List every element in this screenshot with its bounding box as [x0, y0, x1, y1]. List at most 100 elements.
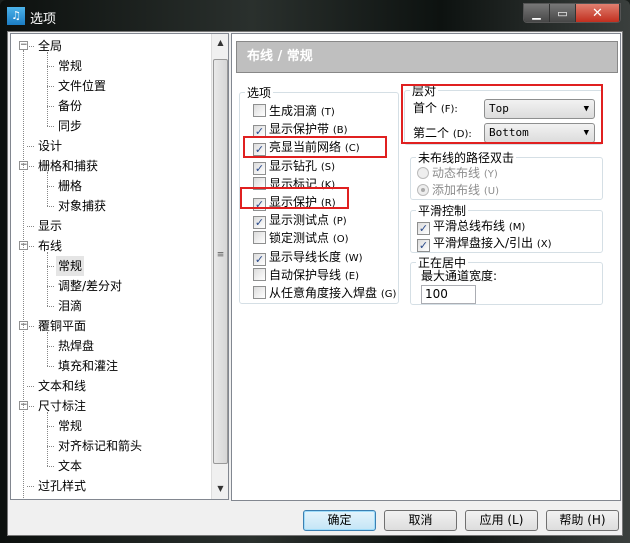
radio-dynamic-route[interactable]: 动态布线 (Y)	[417, 164, 498, 182]
checkbox-unchecked-icon	[253, 104, 266, 117]
tree-item[interactable]: 同步	[56, 116, 84, 136]
checkbox-hotkey: (S)	[320, 161, 335, 173]
apply-button[interactable]: 应用 (L)	[465, 510, 538, 531]
tree-item-label: 栅格	[58, 179, 83, 193]
tree-item[interactable]: 热焊盘	[56, 336, 96, 356]
scroll-down-icon[interactable]: ▼	[212, 484, 228, 493]
checkbox-option[interactable]: 生成泪滴 (T)	[253, 102, 335, 120]
checkbox-checked-icon: ✓	[253, 252, 266, 266]
tree-item[interactable]: 对齐标记和箭头	[56, 436, 144, 456]
tree-connector	[27, 166, 34, 167]
app-logo-icon: ♫	[7, 7, 25, 25]
tree-connector	[47, 306, 54, 307]
checkbox-smooth-pad[interactable]: ✓ 平滑焊盘接入/引出 (X)	[417, 234, 552, 252]
scroll-up-icon[interactable]: ▲	[212, 38, 228, 47]
highlight-box-current-net	[243, 136, 387, 158]
checkbox-option[interactable]: 自动保护导线 (E)	[253, 266, 359, 284]
close-icon[interactable]: ✕	[576, 4, 620, 22]
tree-item[interactable]: 泪滴	[56, 296, 84, 316]
minimize-icon[interactable]: ▁	[524, 4, 550, 22]
tree-item[interactable]: 常规	[56, 256, 85, 276]
tree-item-label: 泪滴	[58, 299, 83, 313]
checkbox-hotkey: (M)	[508, 222, 526, 233]
tree-item[interactable]: 文本和线	[36, 376, 88, 396]
tree-connector	[47, 466, 54, 467]
tree-connector	[27, 226, 34, 227]
tree-item-label: 覆铜平面	[38, 319, 87, 333]
tree-connector	[47, 426, 54, 427]
tree-item[interactable]: 文件位置	[56, 76, 108, 96]
tree-item[interactable]: 备份	[56, 96, 84, 116]
tree-item-label: 栅格和捕获	[38, 159, 99, 173]
checkbox-hotkey: (O)	[332, 234, 349, 246]
collapse-icon[interactable]: −	[19, 41, 28, 50]
tree-item-label: 文本和线	[38, 379, 87, 393]
tree-item[interactable]: 栅格和捕获	[36, 156, 100, 176]
cancel-button[interactable]: 取消	[384, 510, 457, 531]
tree-item[interactable]: 常规	[56, 56, 84, 76]
tree-item[interactable]: 调整/差分对	[56, 276, 124, 296]
checkbox-option[interactable]: 从任意角度接入焊盘 (G)	[253, 284, 396, 302]
tree-connector	[47, 346, 54, 347]
checkbox-label: 自动保护导线	[269, 267, 342, 282]
tree-item-label: 文件位置	[58, 79, 107, 93]
tree-connector	[47, 286, 54, 287]
tree-scrollbar[interactable]: ▲ ≡ ▼	[211, 34, 228, 499]
tree-item[interactable]: 尺寸标注	[36, 396, 88, 416]
tree-connector	[47, 52, 48, 126]
maximize-icon[interactable]: ▭	[550, 4, 576, 22]
tree-connector	[47, 172, 48, 206]
help-button[interactable]: 帮助 (H)	[546, 510, 619, 531]
tree-item[interactable]: 设计	[36, 136, 64, 156]
tree-item[interactable]: 覆铜平面	[36, 316, 88, 336]
checkbox-option[interactable]: ✓ 显示测试点 (P)	[253, 211, 347, 230]
radio-add-route[interactable]: 添加布线 (U)	[417, 181, 499, 199]
tree-item[interactable]: 文本	[56, 456, 84, 476]
options-group-title: 选项	[245, 84, 274, 101]
tree-item-label: 对齐标记和箭头	[58, 439, 143, 453]
category-tree: ▲ ≡ ▼ 全局 − 常规 文件位置 备份 同步 设计 栅格和捕获 − 栅格 对象捕获 显示 布线 − 常规…	[10, 33, 229, 500]
checkbox-label: 生成泪滴	[269, 104, 318, 118]
tree-item-label: 文本	[58, 459, 83, 473]
tree-item[interactable]: 全局	[36, 36, 64, 56]
checkbox-option[interactable]: 锁定测试点 (O)	[253, 229, 349, 247]
checkbox-smooth-bus[interactable]: ✓ 平滑总线布线 (M)	[417, 217, 525, 235]
tree-item-label: 布线	[38, 239, 63, 253]
highlight-box-layer-pair	[401, 84, 603, 144]
tree-item-label: 常规	[58, 419, 83, 433]
tree-item[interactable]: 填充和灌注	[56, 356, 120, 376]
tree-item[interactable]: 过孔样式	[36, 476, 88, 496]
window-controls: ▁ ▭ ✕	[523, 3, 621, 23]
tree-connector	[47, 66, 54, 67]
tree-item[interactable]: 布线	[36, 236, 64, 256]
tree-connector	[47, 412, 48, 466]
checkbox-hotkey: (T)	[320, 107, 335, 118]
tree-connector	[47, 86, 54, 87]
tree-item[interactable]: 对象捕获	[56, 196, 108, 216]
unrouted-group: 未布线的路径双击 动态布线 (Y) 添加布线 (U)	[410, 149, 603, 200]
highlight-box-show-protect	[240, 187, 349, 209]
tree-item-label: 调整/差分对	[58, 279, 123, 293]
checkbox-label: 从任意角度接入焊盘	[269, 286, 378, 300]
checkbox-unchecked-icon	[253, 286, 266, 299]
checkbox-hotkey: (E)	[344, 270, 359, 282]
checkbox-option[interactable]: ✓ 显示钻孔 (S)	[253, 157, 335, 175]
checkbox-label: 平滑焊盘接入/引出	[433, 236, 534, 250]
smoothing-group: 平滑控制 ✓ 平滑总线布线 (M) ✓ 平滑焊盘接入/引出 (X)	[410, 202, 603, 253]
tree-connector	[47, 252, 48, 306]
tree-item[interactable]: 常规	[56, 416, 84, 436]
radio-hotkey: (Y)	[483, 169, 498, 180]
scrollbar-thumb[interactable]: ≡	[213, 59, 228, 464]
ok-button[interactable]: 确定	[303, 510, 376, 531]
tree-item-label: 显示	[38, 219, 63, 233]
checkbox-unchecked-icon	[253, 231, 266, 245]
tree-item[interactable]: 显示	[36, 216, 64, 236]
tree-item[interactable]: 栅格	[56, 176, 84, 196]
max-channel-width-input[interactable]: 100	[421, 285, 476, 304]
checkbox-option[interactable]: ✓ 显示导线长度 (W)	[253, 248, 363, 266]
tree-item-label: 对象捕获	[58, 199, 107, 213]
tree-connector	[23, 50, 24, 499]
tree-item-label: 全局	[38, 39, 63, 53]
checkbox-label: 锁定测试点	[269, 231, 330, 246]
tree-item-label: 热焊盘	[58, 339, 95, 353]
